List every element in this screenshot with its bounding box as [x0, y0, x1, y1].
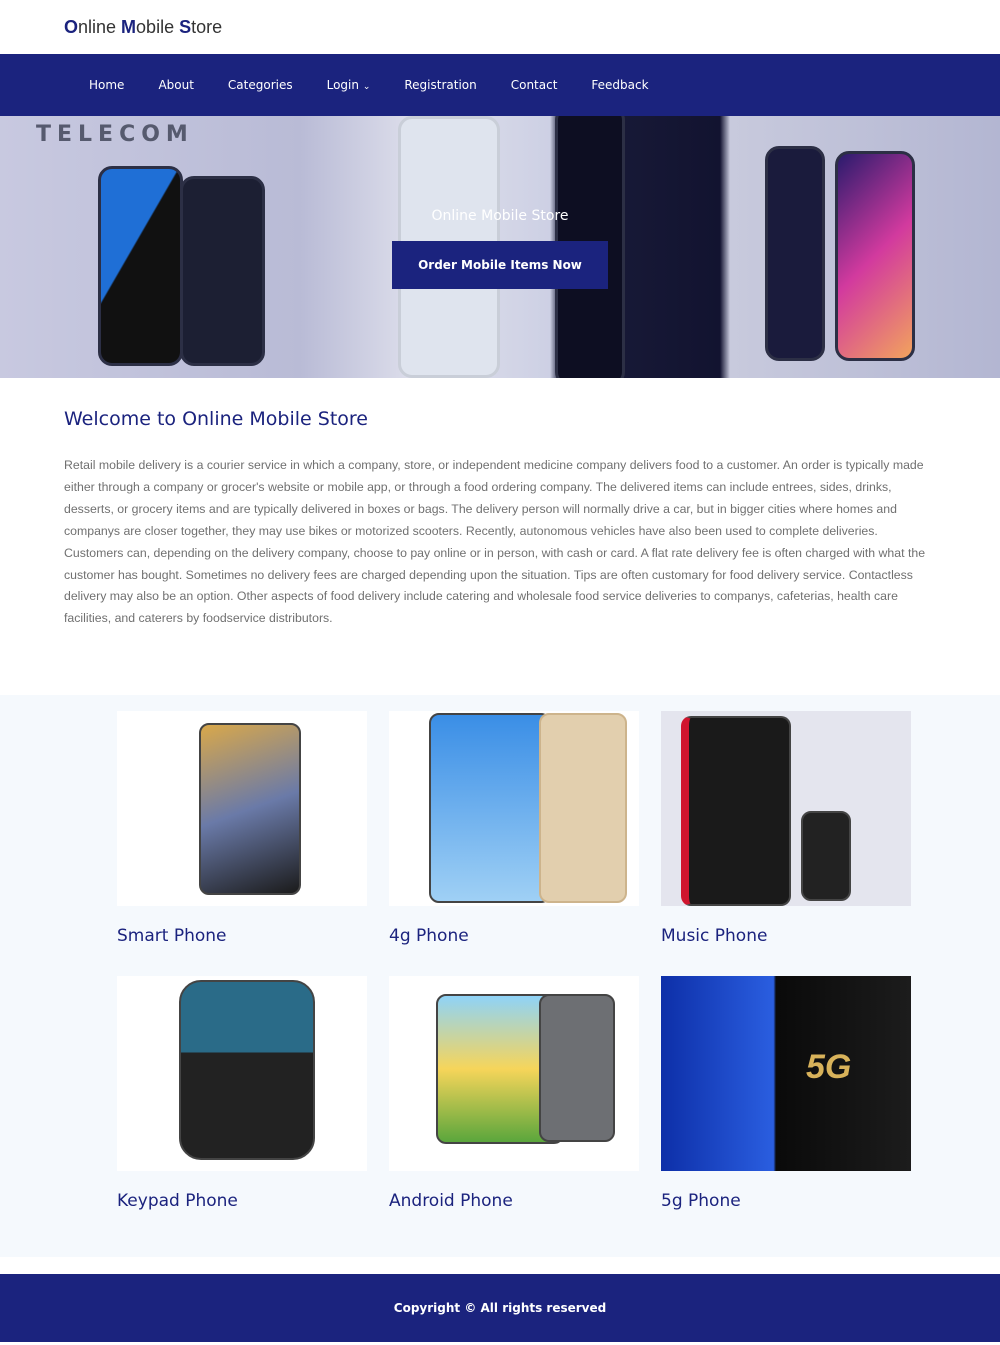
category-label: 5g Phone	[661, 1191, 741, 1211]
logo-text: tore	[191, 17, 223, 37]
category-card[interactable]: Keypad Phone	[117, 976, 367, 1211]
nav-about[interactable]: About	[158, 78, 193, 92]
category-label: Music Phone	[661, 926, 768, 946]
category-label: Keypad Phone	[117, 1191, 238, 1211]
nav-contact[interactable]: Contact	[511, 78, 558, 92]
category-image	[389, 711, 639, 906]
phone-image	[98, 166, 183, 366]
hero-image-text: TELECOM	[36, 122, 194, 147]
logo-letter: S	[179, 17, 192, 37]
nav-login-label: Login	[326, 78, 359, 92]
logo-text: obile	[136, 17, 180, 37]
category-image	[117, 976, 367, 1171]
phone-image	[765, 146, 825, 361]
logo-letter: M	[121, 17, 137, 37]
welcome-text: Retail mobile delivery is a courier serv…	[64, 458, 926, 626]
order-now-button[interactable]: Order Mobile Items Now	[392, 241, 608, 289]
footer: Copyright © All rights reserved	[0, 1274, 1000, 1342]
hero-banner: TELECOM Online Mobile Store Order Mobile…	[0, 116, 1000, 378]
category-image	[117, 711, 367, 906]
nav-home[interactable]: Home	[89, 78, 124, 92]
logo-letter: O	[64, 17, 79, 37]
category-card[interactable]: Smart Phone	[117, 711, 367, 946]
category-label: Android Phone	[389, 1191, 513, 1211]
nav-registration[interactable]: Registration	[404, 78, 476, 92]
category-image-text: 5G	[806, 1048, 852, 1086]
nav-categories[interactable]: Categories	[228, 78, 293, 92]
category-card[interactable]: Music Phone	[661, 711, 911, 946]
phone-image	[835, 151, 915, 361]
category-card[interactable]: 5G 5g Phone	[661, 976, 911, 1211]
phone-image	[180, 176, 265, 366]
nav-login[interactable]: Login ⌄	[327, 78, 371, 92]
category-card[interactable]: 4g Phone	[389, 711, 639, 946]
welcome-title: Welcome to Online Mobile Store	[64, 408, 368, 430]
categories-section: Smart Phone 4g Phone Music Phone Keypad …	[0, 695, 1000, 1257]
chevron-down-icon: ⌄	[362, 82, 371, 92]
category-card[interactable]: Android Phone	[389, 976, 639, 1211]
site-logo[interactable]: Online Mobile Store	[64, 17, 222, 38]
hero-title: Online Mobile Store	[431, 208, 569, 224]
category-label: 4g Phone	[389, 926, 469, 946]
category-image	[661, 711, 911, 906]
category-image	[389, 976, 639, 1171]
logo-text: nline	[78, 17, 122, 37]
category-label: Smart Phone	[117, 926, 227, 946]
category-image: 5G	[661, 976, 911, 1171]
nav-feedback[interactable]: Feedback	[591, 78, 648, 92]
main-nav: Home About Categories Login ⌄ Registrati…	[0, 54, 1000, 116]
copyright-text: Copyright © All rights reserved	[393, 1301, 607, 1315]
